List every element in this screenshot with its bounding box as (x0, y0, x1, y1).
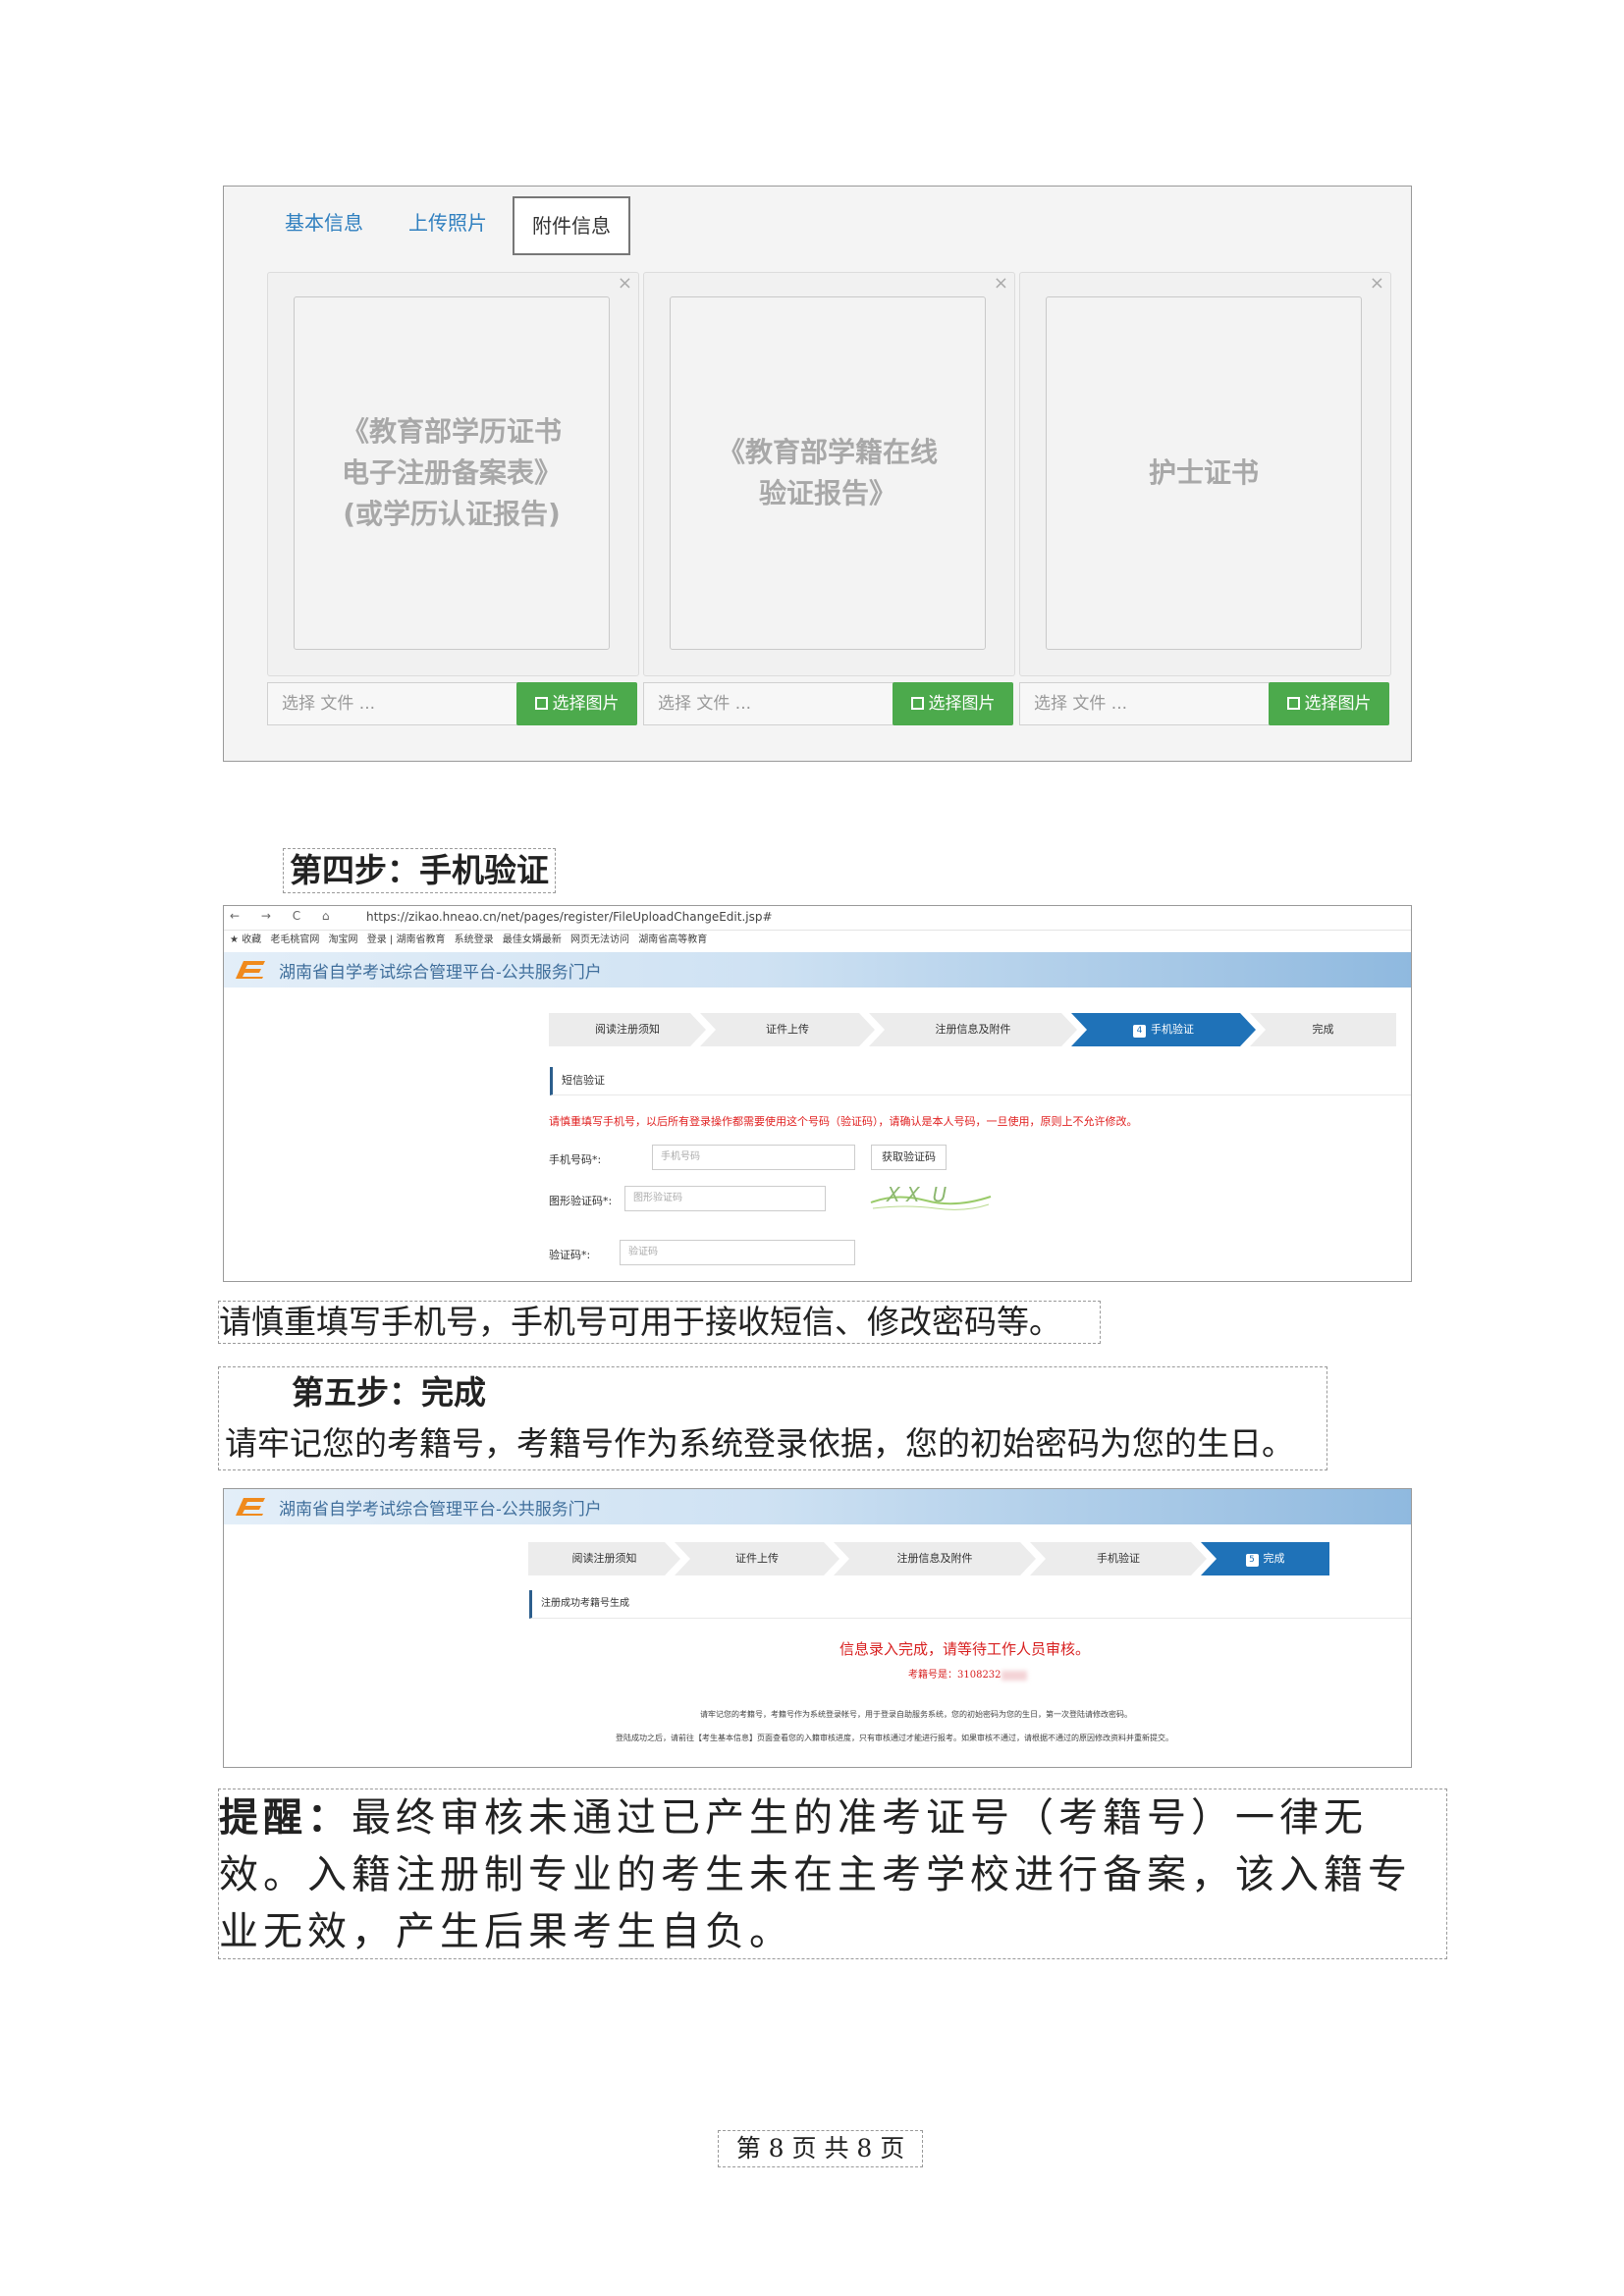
upload-placeholder-text: 《教育部学历证书 电子注册备案表》 (或学历认证报告) (341, 415, 562, 530)
step-phone-verification: 手机验证 (1030, 1542, 1207, 1575)
select-image-label: 选择图片 (552, 694, 620, 714)
step5-heading: 第五步：完成 (292, 1373, 486, 1412)
select-image-button[interactable]: 选择图片 (893, 682, 1013, 725)
code-field-label: 验证码*: (549, 1249, 591, 1261)
browser-address-bar: ← → C ⌂ https://zikao.hneao.cn/net/pages… (224, 906, 1411, 931)
exam-number-label: 考籍号是： (908, 1670, 957, 1681)
image-icon (534, 697, 548, 710)
url-text[interactable]: https://zikao.hneao.cn/net/pages/registe… (366, 910, 773, 924)
site-title: 湖南省自学考试综合管理平台-公共服务门户 (279, 1500, 602, 1520)
step-certificate-upload: 证件上传 (675, 1542, 839, 1575)
section-title: 注册成功考籍号生成 (529, 1590, 1411, 1619)
close-icon[interactable]: × (994, 273, 1008, 294)
file-select-row: 选择 文件 ... 选择图片 (267, 682, 641, 725)
registration-complete-screenshot: 湖南省自学考试综合管理平台-公共服务门户 阅读注册须知 证件上传 注册信息及附件… (223, 1488, 1412, 1768)
file-input[interactable]: 选择 文件 ... (643, 682, 894, 725)
captcha-text: X X U (887, 1183, 947, 1206)
site-banner: 湖南省自学考试综合管理平台-公共服务门户 (224, 952, 1411, 988)
bookmark-item[interactable]: 网页无法访问 (570, 934, 629, 945)
step-certificate-upload: 证件上传 (700, 1013, 875, 1046)
step-complete: 完成 (1250, 1013, 1396, 1046)
step-read-notice: 阅读注册须知 (549, 1013, 706, 1046)
step4-note: 请慎重填写手机号，手机号可用于接收短信、修改密码等。 (218, 1301, 1101, 1344)
select-image-label: 选择图片 (1304, 694, 1372, 714)
step5-note: 请牢记您的考籍号，考籍号作为系统登录依据，您的初始密码为您的生日。 (225, 1424, 1294, 1463)
captcha-input[interactable]: 图形验证码 (624, 1186, 826, 1211)
bookmarks-bar: ★ 收藏 老毛桃官网 淘宝网 登录 | 湖南省教育 系统登录 最佳女婿最新 网页… (224, 931, 1411, 950)
captcha-image[interactable]: X X U (867, 1179, 995, 1216)
page-number: 第 8 页 共 8 页 (718, 2130, 923, 2167)
step-progress-bar: 阅读注册须知 证件上传 注册信息及附件 手机验证 5 完成 (528, 1542, 1329, 1575)
image-icon (1286, 697, 1300, 710)
upload-card-education-certificate: × 《教育部学历证书 电子注册备案表》 (或学历认证报告) (267, 272, 639, 676)
step-registration-info: 注册信息及附件 (869, 1013, 1077, 1046)
bookmark-item[interactable]: 淘宝网 (329, 934, 358, 945)
upload-preview-area[interactable]: 护士证书 (1046, 296, 1362, 650)
upload-card-nurse-certificate: × 护士证书 (1019, 272, 1391, 676)
bookmark-item[interactable]: ★ 收藏 (230, 934, 261, 945)
bookmark-item[interactable]: 湖南省高等教育 (638, 934, 707, 945)
tab-basic-info[interactable]: 基本信息 (285, 204, 363, 241)
redaction-blur (1001, 1670, 1027, 1681)
step-label: 完成 (1263, 1552, 1285, 1565)
step-number: 4 (1133, 1025, 1146, 1038)
phone-warning-text: 请慎重填写手机号，以后所有登录操作都需要使用这个号码（验证码），请确认是本人号码… (549, 1115, 1138, 1128)
step5-block: 第五步：完成 请牢记您的考籍号，考籍号作为系统登录依据，您的初始密码为您的生日。 (218, 1366, 1327, 1470)
file-input[interactable]: 选择 文件 ... (1019, 682, 1271, 725)
phone-verification-screenshot: ← → C ⌂ https://zikao.hneao.cn/net/pages… (223, 905, 1412, 1282)
upload-placeholder-text: 《教育部学籍在线 验证报告》 (717, 436, 938, 509)
tab-attachment-info[interactable]: 附件信息 (513, 196, 630, 255)
select-image-button[interactable]: 选择图片 (516, 682, 637, 725)
step4-heading: 第四步：手机验证 (283, 848, 556, 893)
bookmark-item[interactable]: 最佳女婿最新 (503, 934, 562, 945)
file-select-row: 选择 文件 ... 选择图片 (643, 682, 1017, 725)
step-label: 手机验证 (1151, 1023, 1194, 1036)
info-line-1: 请牢记您的考籍号，考籍号作为系统登录帐号，用于登录自助服务系统，您的初始密码为您… (700, 1710, 1132, 1719)
upload-preview-area[interactable]: 《教育部学籍在线 验证报告》 (670, 296, 986, 650)
exam-number: 考籍号是：3108232 (908, 1666, 1027, 1681)
site-title: 湖南省自学考试综合管理平台-公共服务门户 (279, 963, 602, 983)
step-registration-info: 注册信息及附件 (834, 1542, 1036, 1575)
get-code-button[interactable]: 获取验证码 (871, 1145, 947, 1170)
reminder-paragraph: 提醒：最终审核未通过已产生的准考证号（考籍号）一律无效。入籍注册制专业的考生未在… (218, 1789, 1447, 1959)
step-phone-verification: 4 手机验证 (1071, 1013, 1256, 1046)
site-logo-icon (236, 1498, 265, 1516)
exam-number-value: 3108232 (957, 1670, 1001, 1681)
file-input[interactable]: 选择 文件 ... (267, 682, 518, 725)
reminder-label: 提醒： (219, 1794, 352, 1841)
bookmark-item[interactable]: 登录 | 湖南省教育 (367, 934, 446, 945)
success-message: 信息录入完成，请等待工作人员审核。 (839, 1640, 1091, 1658)
upload-card-student-status-report: × 《教育部学籍在线 验证报告》 (643, 272, 1015, 676)
select-image-label: 选择图片 (928, 694, 996, 714)
step-complete: 5 完成 (1201, 1542, 1329, 1575)
reminder-text: 最终审核未通过已产生的准考证号（考籍号）一律无效。入籍注册制专业的考生未在主考学… (219, 1795, 1412, 1954)
phone-field-label: 手机号码*: (549, 1153, 602, 1166)
step-read-notice: 阅读注册须知 (528, 1542, 680, 1575)
section-title: 短信验证 (550, 1067, 1411, 1095)
site-banner: 湖南省自学考试综合管理平台-公共服务门户 (224, 1489, 1411, 1524)
info-line-2: 登陆成功之后，请前往【考生基本信息】页面查看您的入籍审核进度，只有审核通过才能进… (616, 1734, 1173, 1742)
bookmark-item[interactable]: 系统登录 (455, 934, 494, 945)
close-icon[interactable]: × (618, 273, 632, 294)
site-logo-icon (236, 961, 265, 979)
upload-placeholder-text: 护士证书 (1148, 456, 1259, 489)
bookmark-item[interactable]: 老毛桃官网 (270, 934, 319, 945)
upload-preview-area[interactable]: 《教育部学历证书 电子注册备案表》 (或学历认证报告) (294, 296, 610, 650)
phone-input[interactable]: 手机号码 (652, 1145, 855, 1170)
tab-upload-photo[interactable]: 上传照片 (408, 204, 487, 241)
step-progress-bar: 阅读注册须知 证件上传 注册信息及附件 4 手机验证 完成 (549, 1013, 1396, 1046)
step-number: 5 (1245, 1554, 1259, 1567)
sms-code-input[interactable]: 验证码 (620, 1240, 855, 1265)
close-icon[interactable]: × (1370, 273, 1384, 294)
file-select-row: 选择 文件 ... 选择图片 (1019, 682, 1393, 725)
browser-nav-icons[interactable]: ← → C ⌂ (230, 909, 339, 923)
image-icon (910, 697, 924, 710)
captcha-field-label: 图形验证码*: (549, 1195, 613, 1207)
attachment-upload-screenshot: 基本信息 上传照片 附件信息 × 《教育部学历证书 电子注册备案表》 (或学历认… (223, 186, 1412, 762)
select-image-button[interactable]: 选择图片 (1269, 682, 1389, 725)
